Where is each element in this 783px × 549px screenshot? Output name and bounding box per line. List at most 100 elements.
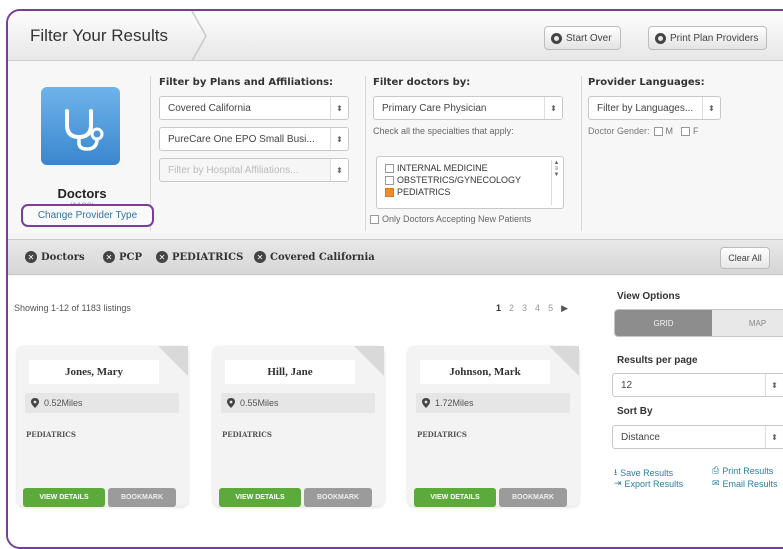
new-patients-option[interactable]: Only Doctors Accepting New Patients: [370, 214, 531, 224]
filter-chip[interactable]: ✕ PEDIATRICS: [156, 251, 243, 263]
updown-icon: ⬍: [330, 159, 348, 181]
bookmark-button[interactable]: BOOKMARK: [108, 488, 176, 507]
specialty-checkbox[interactable]: [385, 175, 394, 185]
plan-select[interactable]: Covered California ⬍: [159, 96, 349, 120]
doctor-type-select[interactable]: Primary Care Physician ⬍: [373, 96, 563, 120]
listbox-scrollbar[interactable]: ▲ ≡ ▼: [551, 160, 561, 205]
divider: [365, 76, 366, 231]
languages-title: Provider Languages:: [588, 77, 705, 88]
specialty-option[interactable]: OBSTETRICS/GYNECOLOGY: [385, 175, 521, 185]
provider-specialty: PEDIATRICS: [222, 430, 272, 439]
card-corner-fold: [158, 346, 188, 376]
updown-icon: ⬍: [765, 426, 783, 448]
provider-distance: 1.72Miles: [416, 393, 570, 413]
email-results-link[interactable]: ✉ Email Results: [712, 478, 778, 489]
specialty-checkbox[interactable]: [385, 187, 394, 197]
doctors-tile: [41, 87, 120, 165]
per-page-value: 12: [621, 379, 633, 391]
results-per-page-title: Results per page: [617, 355, 698, 366]
filter-chip[interactable]: ✕ Covered California: [254, 251, 375, 263]
network-select[interactable]: PureCare One EPO Small Busi... ⬍: [159, 127, 349, 151]
location-pin-icon: [31, 398, 39, 408]
provider-type-label: Doctors: [57, 186, 107, 201]
email-icon: ✉: [712, 478, 720, 488]
hospital-select[interactable]: Filter by Hospital Affiliations... ⬍: [159, 158, 349, 182]
filter-chip[interactable]: ✕ Doctors: [25, 251, 85, 263]
updown-icon: ⬍: [544, 97, 562, 119]
active-filters-bar: ✕ Doctors ✕ PCP ✕ PEDIATRICS ✕ Covered C…: [8, 239, 783, 275]
refresh-icon: [551, 32, 562, 44]
sort-select[interactable]: Distance ⬍: [612, 425, 783, 449]
export-icon: ⇥: [614, 478, 622, 488]
provider-card: Jones, Mary 0.52Miles PEDIATRICS VIEW DE…: [17, 346, 188, 507]
remove-icon[interactable]: ✕: [156, 251, 168, 263]
view-details-button[interactable]: VIEW DETAILS: [414, 488, 496, 507]
page-title: Filter Your Results: [30, 26, 168, 45]
new-patients-checkbox[interactable]: [370, 214, 379, 224]
updown-icon: ⬍: [702, 97, 720, 119]
gender-f-checkbox[interactable]: [681, 126, 691, 136]
gender-label: Doctor Gender:: [588, 126, 650, 136]
clear-all-button[interactable]: Clear All: [720, 247, 770, 269]
chip-label: PEDIATRICS: [172, 251, 244, 263]
gender-f-label: F: [693, 126, 699, 136]
print-results-label: Print Results: [722, 465, 774, 476]
provider-card: Hill, Jane 0.55Miles PEDIATRICS VIEW DET…: [213, 346, 384, 507]
print-icon: ⎙: [712, 465, 720, 475]
print-results-link[interactable]: ⎙ Print Results: [712, 465, 773, 476]
languages-select-value: Filter by Languages...: [597, 102, 694, 114]
results-per-page-select[interactable]: 12 ⬍: [612, 373, 783, 397]
print-plan-providers-button[interactable]: Print Plan Providers: [648, 26, 768, 50]
email-results-label: Email Results: [722, 478, 778, 489]
specialty-label: OBSTETRICS/GYNECOLOGY: [397, 175, 522, 185]
specialties-prompt: Check all the specialties that apply:: [373, 126, 514, 136]
start-over-label: Start Over: [566, 32, 612, 44]
distance-label: 0.52Miles: [44, 398, 83, 408]
filter-header: Filter Your Results Start Over Print Pla…: [8, 11, 783, 61]
remove-icon[interactable]: ✕: [103, 251, 115, 263]
specialty-option[interactable]: INTERNAL MEDICINE: [385, 163, 488, 173]
start-over-button[interactable]: Start Over: [544, 26, 621, 50]
languages-select[interactable]: Filter by Languages... ⬍: [588, 96, 721, 120]
distance-label: 0.55Miles: [240, 398, 279, 408]
view-options-title: View Options: [617, 291, 681, 302]
sort-by-title: Sort By: [617, 406, 653, 417]
specialty-option[interactable]: PEDIATRICS: [385, 187, 450, 197]
page-link[interactable]: 4: [535, 303, 540, 314]
chip-label: Covered California: [270, 251, 375, 263]
page-link[interactable]: 2: [509, 303, 514, 314]
card-corner-fold: [354, 346, 384, 376]
provider-name[interactable]: Johnson, Mark: [420, 360, 550, 384]
remove-icon[interactable]: ✕: [254, 251, 266, 263]
card-corner-fold: [549, 346, 579, 376]
remove-icon[interactable]: ✕: [25, 251, 37, 263]
provider-name[interactable]: Hill, Jane: [225, 360, 355, 384]
view-details-button[interactable]: VIEW DETAILS: [219, 488, 301, 507]
divider: [581, 76, 582, 231]
grid-view-button[interactable]: GRID: [615, 310, 712, 336]
pagination: 1 2 3 4 5 ▶: [496, 303, 568, 314]
save-results-label: Save Results: [620, 468, 674, 478]
doctors-filter-title: Filter doctors by:: [373, 77, 471, 88]
gender-m-checkbox[interactable]: [653, 126, 663, 136]
next-page-icon[interactable]: ▶: [561, 303, 568, 314]
page-link[interactable]: 5: [548, 303, 553, 314]
filter-chip[interactable]: ✕ PCP: [103, 251, 142, 263]
page-link[interactable]: 3: [522, 303, 527, 314]
filter-panel: Filter Your Results Start Over Print Pla…: [6, 9, 783, 549]
breadcrumb-chevron-icon: [191, 11, 207, 61]
bookmark-button[interactable]: BOOKMARK: [499, 488, 567, 507]
export-results-label: Export Results: [624, 478, 684, 489]
card-actions: VIEW DETAILS BOOKMARK: [408, 488, 579, 507]
map-view-button[interactable]: MAP: [712, 310, 783, 336]
provider-name[interactable]: Jones, Mary: [29, 360, 159, 384]
export-results-link[interactable]: ⇥ Export Results: [614, 478, 683, 489]
provider-card: Johnson, Mark 1.72Miles PEDIATRICS VIEW …: [408, 346, 579, 507]
provider-specialty: PEDIATRICS: [26, 430, 76, 439]
page-link[interactable]: 1: [496, 303, 501, 314]
change-provider-type-link[interactable]: Change Provider Type: [21, 204, 154, 227]
specialty-checkbox[interactable]: [385, 163, 394, 173]
bookmark-button[interactable]: BOOKMARK: [304, 488, 372, 507]
specialties-listbox[interactable]: INTERNAL MEDICINE OBSTETRICS/GYNECOLOGY …: [376, 156, 564, 209]
view-details-button[interactable]: VIEW DETAILS: [23, 488, 105, 507]
